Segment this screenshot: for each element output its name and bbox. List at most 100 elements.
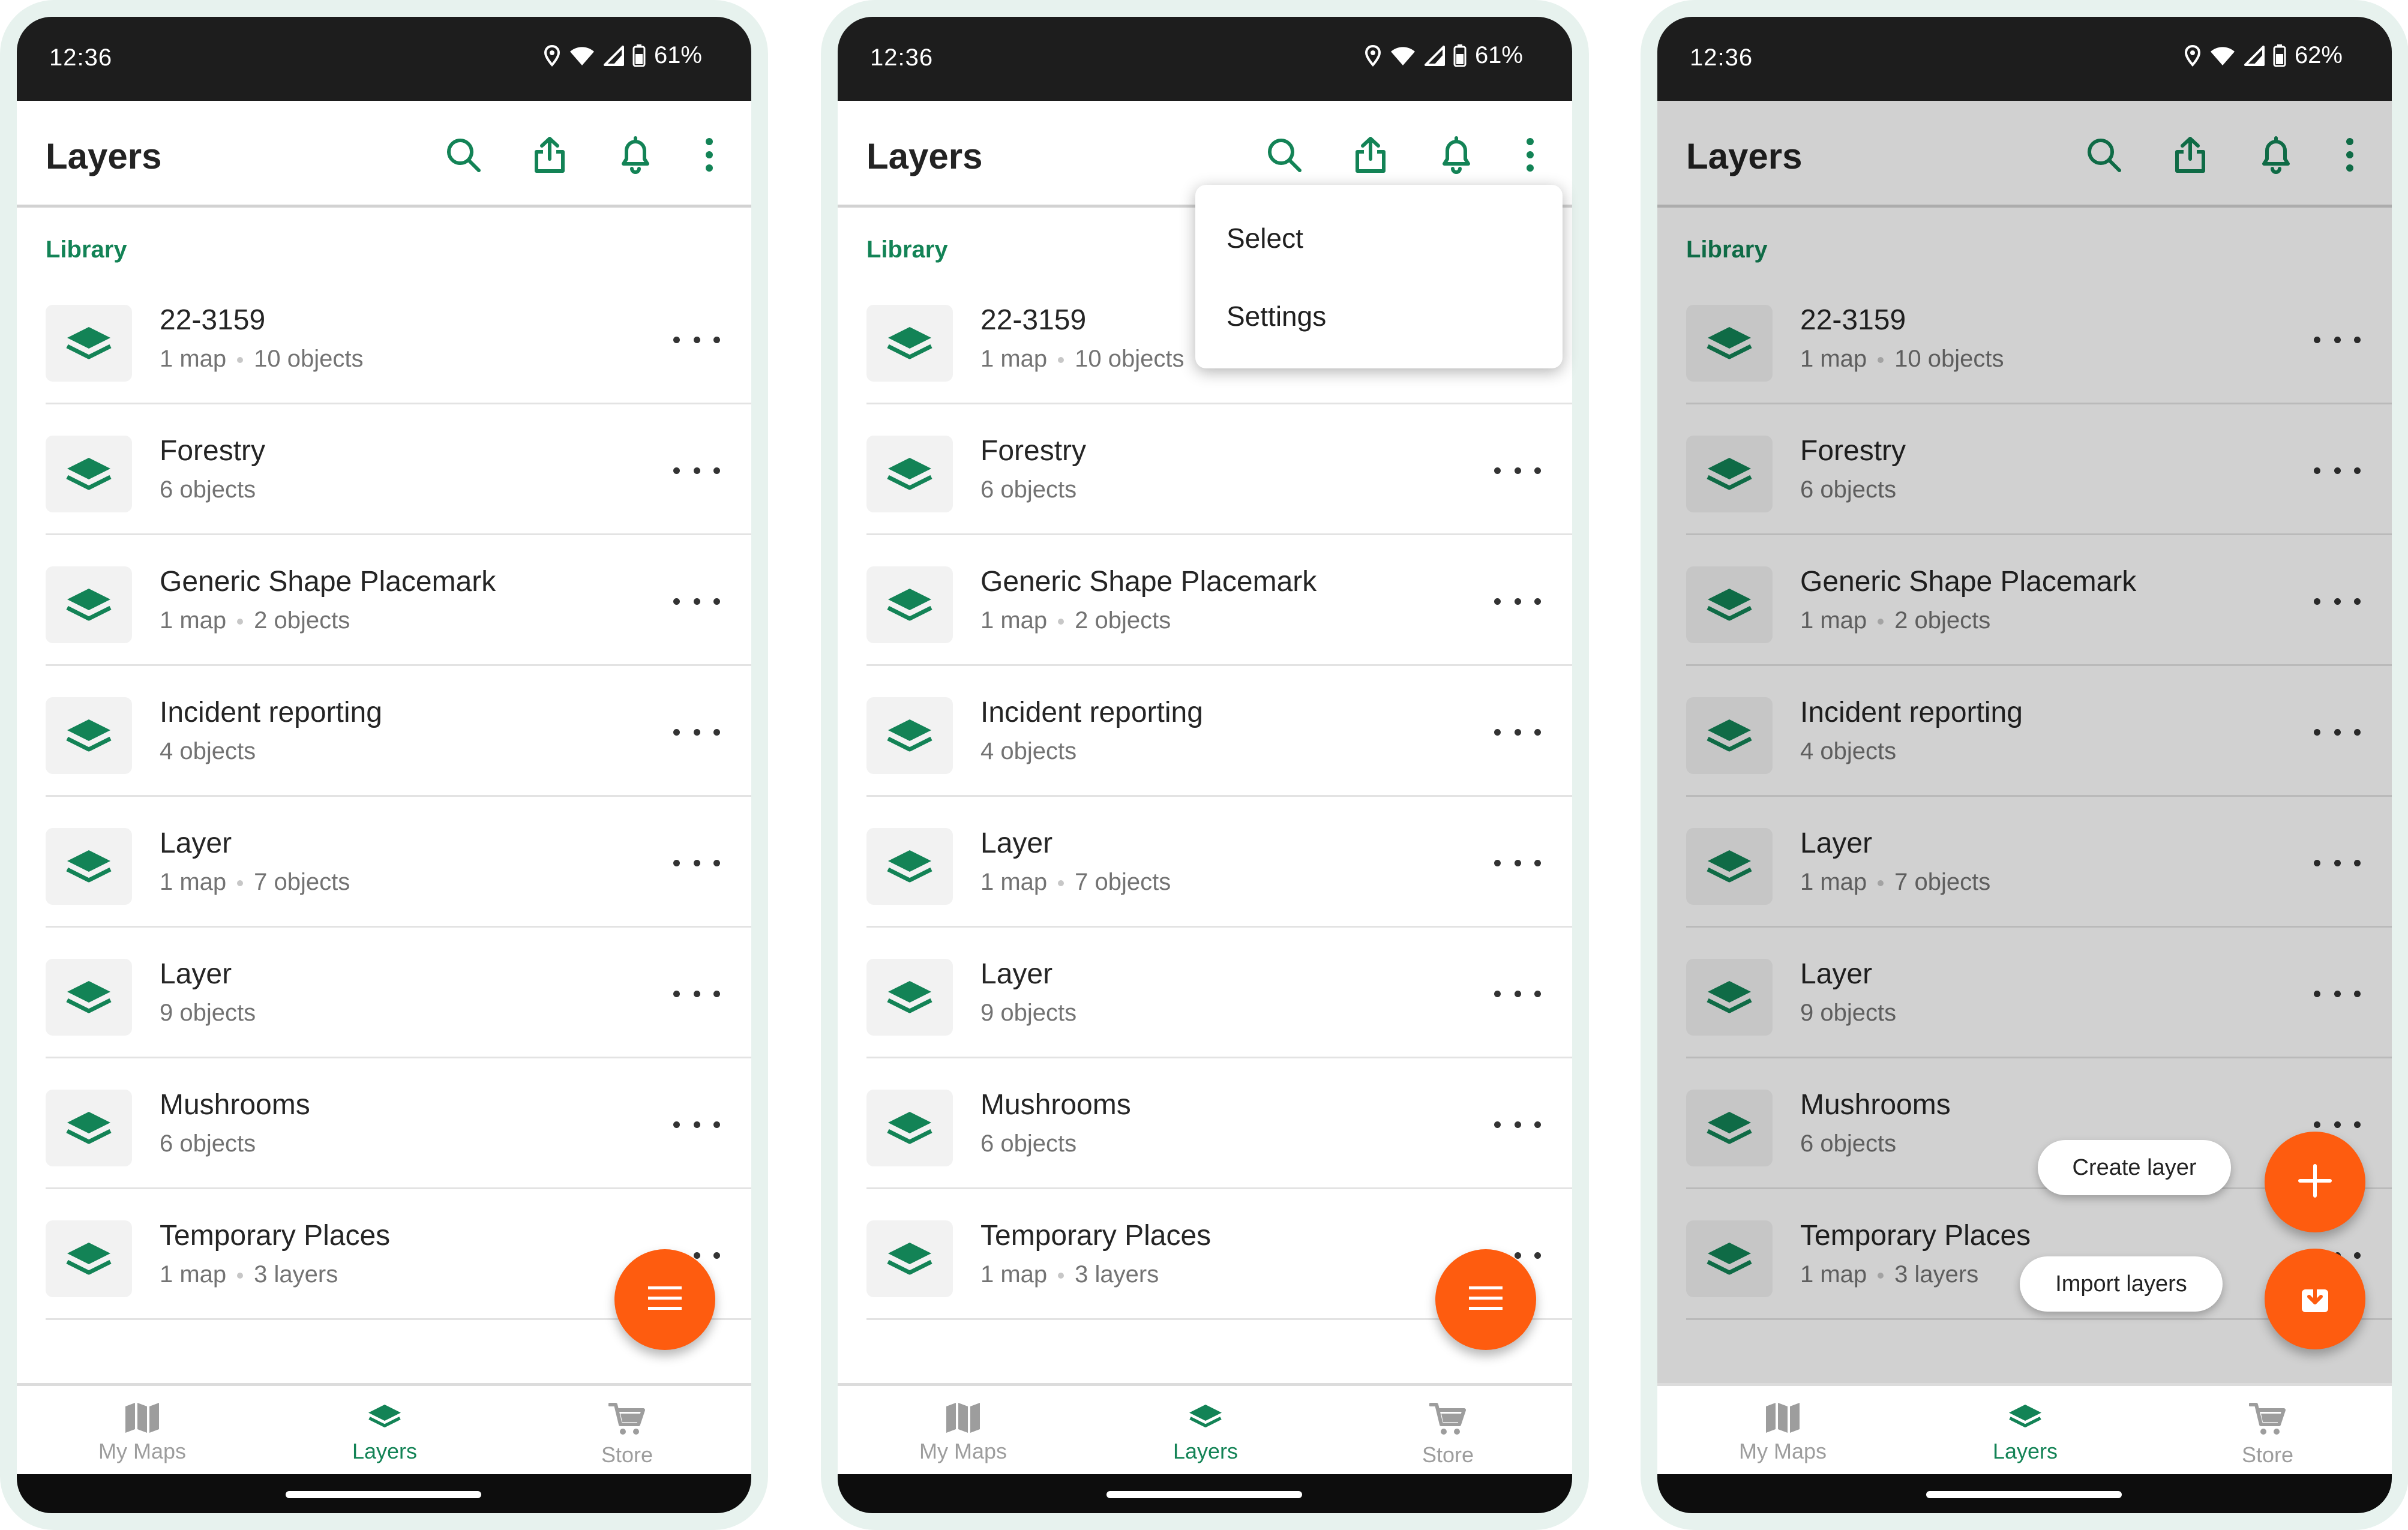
more-horizontal-icon[interactable] (673, 589, 720, 613)
list-item[interactable]: Layer 9 objects (46, 928, 751, 1058)
create-layer-label[interactable]: Create layer (2038, 1140, 2231, 1195)
gesture-bar-area (1657, 1474, 2392, 1513)
share-icon[interactable] (1348, 132, 1393, 178)
more-vertical-icon[interactable] (686, 132, 732, 178)
menu-item-select[interactable]: Select (1227, 222, 1303, 254)
search-icon[interactable] (440, 132, 486, 178)
layer-meta-primary: 1 map (160, 1261, 227, 1288)
bottom-navigation: My Maps Layers Store (838, 1383, 1572, 1474)
layers-icon (866, 828, 953, 905)
more-horizontal-icon[interactable] (1494, 1112, 1541, 1136)
layer-meta-primary: 6 objects (160, 476, 256, 503)
list-item[interactable]: Generic Shape Placemark 1 map 2 objects (46, 535, 751, 666)
import-layers-fab[interactable] (2265, 1249, 2365, 1349)
create-layer-fab[interactable] (2265, 1132, 2365, 1232)
layer-title: Temporary Places (980, 1220, 1212, 1252)
layer-meta-secondary: 3 layers (254, 1261, 338, 1288)
layers-icon (295, 1402, 475, 1433)
list-item[interactable]: Incident reporting 4 objects (866, 666, 1572, 797)
home-indicator[interactable] (1106, 1491, 1302, 1498)
more-vertical-icon[interactable] (1507, 132, 1553, 178)
layer-title: 22-3159 (980, 304, 1087, 336)
layers-icon (46, 1220, 132, 1297)
layer-meta-primary: 1 map (160, 607, 227, 634)
bell-icon[interactable] (1434, 132, 1479, 178)
layer-meta-secondary: 3 layers (1075, 1261, 1159, 1288)
home-indicator[interactable] (286, 1491, 481, 1498)
nav-item-layers[interactable]: Layers (295, 1397, 475, 1475)
layers-icon (46, 959, 132, 1036)
nav-item-my-maps[interactable]: My Maps (1693, 1397, 1873, 1475)
layer-meta-secondary: 10 objects (254, 346, 364, 372)
nav-item-my-maps[interactable]: My Maps (52, 1397, 232, 1475)
more-horizontal-icon[interactable] (1494, 982, 1541, 1006)
layer-meta-primary: 1 map (160, 869, 227, 895)
nav-label: Store (2241, 1442, 2294, 1467)
battery-percent: 62% (2294, 42, 2343, 68)
list-item[interactable]: Layer 9 objects (866, 928, 1572, 1058)
location-icon (2184, 44, 2201, 67)
layer-title: Layer (980, 958, 1053, 990)
layers-icon (866, 305, 953, 382)
list-item[interactable]: Forestry 6 objects (866, 404, 1572, 535)
layer-meta-primary: 4 objects (160, 738, 256, 764)
layer-meta-primary: 1 map (980, 869, 1048, 895)
import-layers-label[interactable]: Import layers (2020, 1256, 2223, 1312)
more-horizontal-icon[interactable] (673, 720, 720, 744)
signal-icon (1424, 45, 1445, 66)
nav-item-store[interactable]: Store (2178, 1397, 2358, 1475)
nav-label: Layers (1172, 1439, 1239, 1463)
more-horizontal-icon[interactable] (673, 458, 720, 482)
layer-subtitle: 1 map 3 layers (160, 1261, 338, 1288)
menu-fab[interactable] (614, 1249, 715, 1350)
nav-item-my-maps[interactable]: My Maps (873, 1397, 1053, 1475)
more-horizontal-icon[interactable] (1494, 458, 1541, 482)
phone-frame-3: 12:36 62% Layers Library 22-3159 1 map 10 obje… (1641, 0, 2408, 1530)
list-item[interactable]: Mushrooms 6 objects (866, 1058, 1572, 1189)
bell-icon[interactable] (613, 132, 658, 178)
more-horizontal-icon[interactable] (1494, 589, 1541, 613)
layers-icon (866, 1220, 953, 1297)
layer-subtitle: 1 map 2 objects (980, 607, 1171, 634)
layer-subtitle: 1 map 2 objects (160, 607, 350, 634)
menu-fab[interactable] (1435, 1249, 1536, 1350)
app-bar: Layers (17, 101, 751, 208)
home-indicator[interactable] (1926, 1491, 2122, 1498)
layers-icon (46, 697, 132, 774)
menu-item-settings[interactable]: Settings (1227, 300, 1326, 332)
list-item[interactable]: Incident reporting 4 objects (46, 666, 751, 797)
separator-dot (237, 619, 244, 625)
list-item[interactable]: 22-3159 1 map 10 objects (46, 274, 751, 404)
more-horizontal-icon[interactable] (673, 1112, 720, 1136)
nav-item-layers[interactable]: Layers (1115, 1397, 1296, 1475)
layer-meta-primary: 6 objects (160, 1130, 256, 1157)
list-item[interactable]: Forestry 6 objects (46, 404, 751, 535)
search-icon[interactable] (1261, 132, 1307, 178)
list-item[interactable]: Layer 1 map 7 objects (866, 797, 1572, 928)
layer-list: Library 22-3159 1 map 10 objects Forestry 6 o… (838, 208, 1572, 1399)
nav-label: My Maps (919, 1439, 1007, 1463)
cart-icon (537, 1402, 717, 1436)
more-horizontal-icon[interactable] (673, 982, 720, 1006)
share-icon[interactable] (527, 132, 572, 178)
layer-title: Temporary Places (160, 1220, 391, 1252)
layers-icon (1115, 1402, 1296, 1433)
nav-item-layers[interactable]: Layers (1935, 1397, 2115, 1475)
bottom-navigation: My Maps Layers Store (1657, 1383, 2392, 1474)
layer-title: Generic Shape Placemark (980, 566, 1317, 598)
list-item[interactable]: Layer 1 map 7 objects (46, 797, 751, 928)
wifi-icon (569, 46, 595, 66)
nav-item-store[interactable]: Store (537, 1397, 717, 1475)
layers-icon (866, 1090, 953, 1166)
list-item[interactable]: Generic Shape Placemark 1 map 2 objects (866, 535, 1572, 666)
more-horizontal-icon[interactable] (673, 328, 720, 352)
list-item[interactable]: Mushrooms 6 objects (46, 1058, 751, 1189)
map-icon (1693, 1402, 1873, 1433)
more-horizontal-icon[interactable] (673, 851, 720, 875)
plus-icon (2298, 1163, 2332, 1201)
separator-dot (1058, 1273, 1064, 1279)
more-horizontal-icon[interactable] (1494, 851, 1541, 875)
layer-title: Mushrooms (160, 1089, 310, 1121)
more-horizontal-icon[interactable] (1494, 720, 1541, 744)
nav-item-store[interactable]: Store (1358, 1397, 1538, 1475)
